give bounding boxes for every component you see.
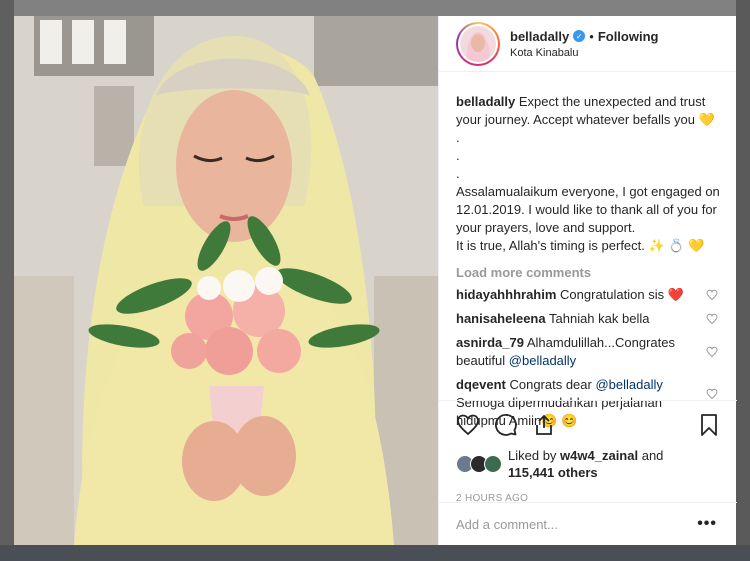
comment-username[interactable]: asnirda_79 [456,335,524,350]
more-options-icon[interactable]: ••• [697,515,717,533]
comment-text: Congratulation sis ❤️ [560,287,684,302]
heart-icon[interactable] [456,413,480,437]
comment-text: Congrats dear [509,377,592,392]
add-comment-input[interactable] [456,516,698,532]
likes-user-link[interactable]: w4w4_zainal [560,448,638,463]
post-header-text: belladally ✓ • Following Kota Kinabalu [510,29,658,59]
liker-avatar [484,455,502,473]
comment-like-heart-icon[interactable] [706,346,718,358]
post-actions: Liked by w4w4_zainal and 115,441 others … [439,400,737,504]
comment-like-heart-icon[interactable] [706,313,718,325]
likes-text: Liked by w4w4_zainal and 115,441 others [508,447,663,481]
comment-text: Tahniah kak bella [549,311,650,326]
caption-dot-3: . [456,166,460,181]
caption-line-1: belladally Expect the unexpected and tru… [456,93,721,129]
comment-like-heart-icon[interactable] [706,289,718,301]
caption-dot-1: . [456,130,460,145]
verified-icon: ✓ [573,30,586,42]
comment-item: hanisaheleena Tahniah kak bella [456,310,721,328]
post-side-panel: belladally ✓ • Following Kota Kinabalu b… [438,16,737,545]
caption-text-2: Assalamualaikum everyone, I got engaged … [456,184,720,235]
likes-row: Liked by w4w4_zainal and 115,441 others [456,447,721,481]
comment-like-heart-icon[interactable] [706,388,718,400]
background-tile-left [0,0,14,561]
post-photo-image [14,16,438,545]
comments-list: belladally Expect the unexpected and tru… [439,93,737,430]
background-tile-right [736,0,750,561]
post-username[interactable]: belladally [510,29,569,44]
comment-icon[interactable] [494,413,518,437]
comment-item: hidayahhhrahim Congratulation sis ❤️ [456,286,721,304]
post-modal: belladally ✓ • Following Kota Kinabalu b… [14,16,737,545]
avatar[interactable] [456,21,500,66]
comment-username[interactable]: hanisaheleena [456,311,546,326]
separator-dot: • [589,28,594,44]
bookmark-icon[interactable] [697,413,721,437]
following-button[interactable]: Following [598,29,659,44]
load-more-comments-button[interactable]: Load more comments [456,265,721,280]
caption-username[interactable]: belladally [456,94,515,109]
avatar-border [458,23,498,64]
likes-prefix: Liked by [508,448,557,463]
comment-username[interactable]: dqevent [456,377,506,392]
comment-username[interactable]: hidayahhhrahim [456,287,556,302]
comment-mention[interactable]: @belladally [595,377,662,392]
post-location[interactable]: Kota Kinabalu [510,47,658,59]
likes-count-link[interactable]: 115,441 others [508,465,598,480]
post-caption: belladally Expect the unexpected and tru… [456,93,721,255]
share-icon[interactable] [532,413,556,437]
avatar-image [460,25,496,62]
likes-and: and [641,448,664,463]
post-photo [14,16,438,545]
comment-item: asnirda_79 Alhamdulillah...Congrates bea… [456,334,721,370]
action-icons [456,413,721,437]
caption-dot-2: . [456,148,460,163]
caption-text-3: It is true, Allah's timing is perfect. ✨… [456,238,705,253]
comment-mention[interactable]: @belladally [509,353,576,368]
post-header-line: belladally ✓ • Following [510,29,658,44]
add-comment-bar: ••• [439,502,737,545]
background-tile-bottom [0,545,750,561]
post-header: belladally ✓ • Following Kota Kinabalu [439,16,736,72]
liker-avatars [456,455,504,473]
